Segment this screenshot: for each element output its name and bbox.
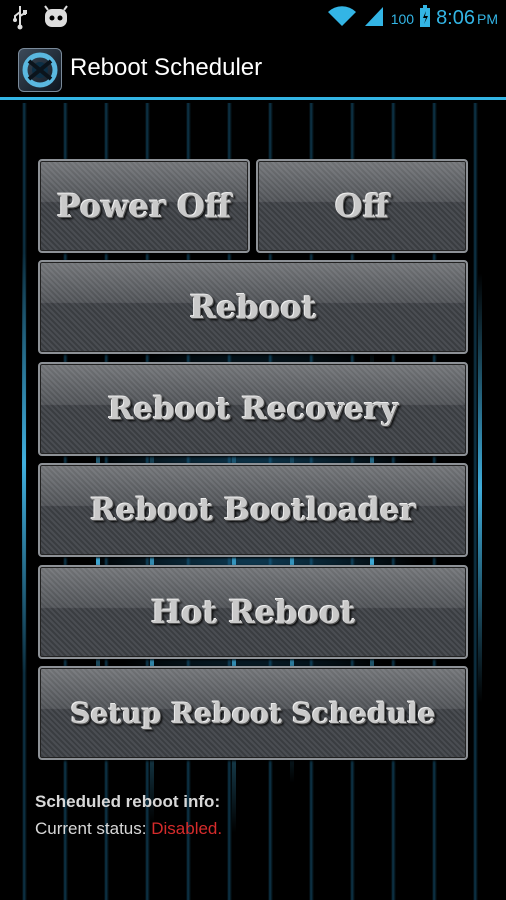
android-icon <box>42 4 70 35</box>
app-logo-icon[interactable] <box>18 48 62 92</box>
main-content: Power Off Off Reboot Reboot Recovery Reb… <box>0 103 506 900</box>
background-streak <box>22 253 26 673</box>
status-bar-left <box>12 4 70 35</box>
current-status-label: Current status: <box>35 819 147 838</box>
battery-icon <box>420 4 431 33</box>
status-bar-right: 100 8:06 PM <box>327 4 498 33</box>
reboot-button[interactable]: Reboot <box>38 260 468 354</box>
reboot-bootloader-button[interactable]: Reboot Bootloader <box>38 463 468 557</box>
schedule-info-title: Scheduled reboot info: <box>35 792 221 811</box>
power-off-button[interactable]: Power Off <box>38 159 250 253</box>
setup-reboot-schedule-button[interactable]: Setup Reboot Schedule <box>38 666 468 760</box>
hot-reboot-button[interactable]: Hot Reboot <box>38 565 468 659</box>
app-title: Reboot Scheduler <box>70 54 263 81</box>
clock-ampm: PM <box>477 11 498 27</box>
usb-icon <box>12 4 28 35</box>
status-bar: 100 8:06 PM <box>0 0 506 36</box>
reboot-recovery-button[interactable]: Reboot Recovery <box>38 362 468 456</box>
signal-icon <box>363 4 385 33</box>
clock-time: 8:06 <box>436 7 475 29</box>
background-streak <box>478 273 482 703</box>
action-bar: Reboot Scheduler <box>0 36 506 100</box>
schedule-info: Scheduled reboot info: Current status: D… <box>35 788 222 842</box>
clock: 8:06 PM <box>436 7 498 30</box>
current-status-line: Current status: Disabled. <box>35 815 222 842</box>
off-button[interactable]: Off <box>256 159 468 253</box>
battery-level: 100 <box>390 10 415 27</box>
current-status-value: Disabled. <box>151 819 223 838</box>
wifi-icon <box>327 4 357 33</box>
